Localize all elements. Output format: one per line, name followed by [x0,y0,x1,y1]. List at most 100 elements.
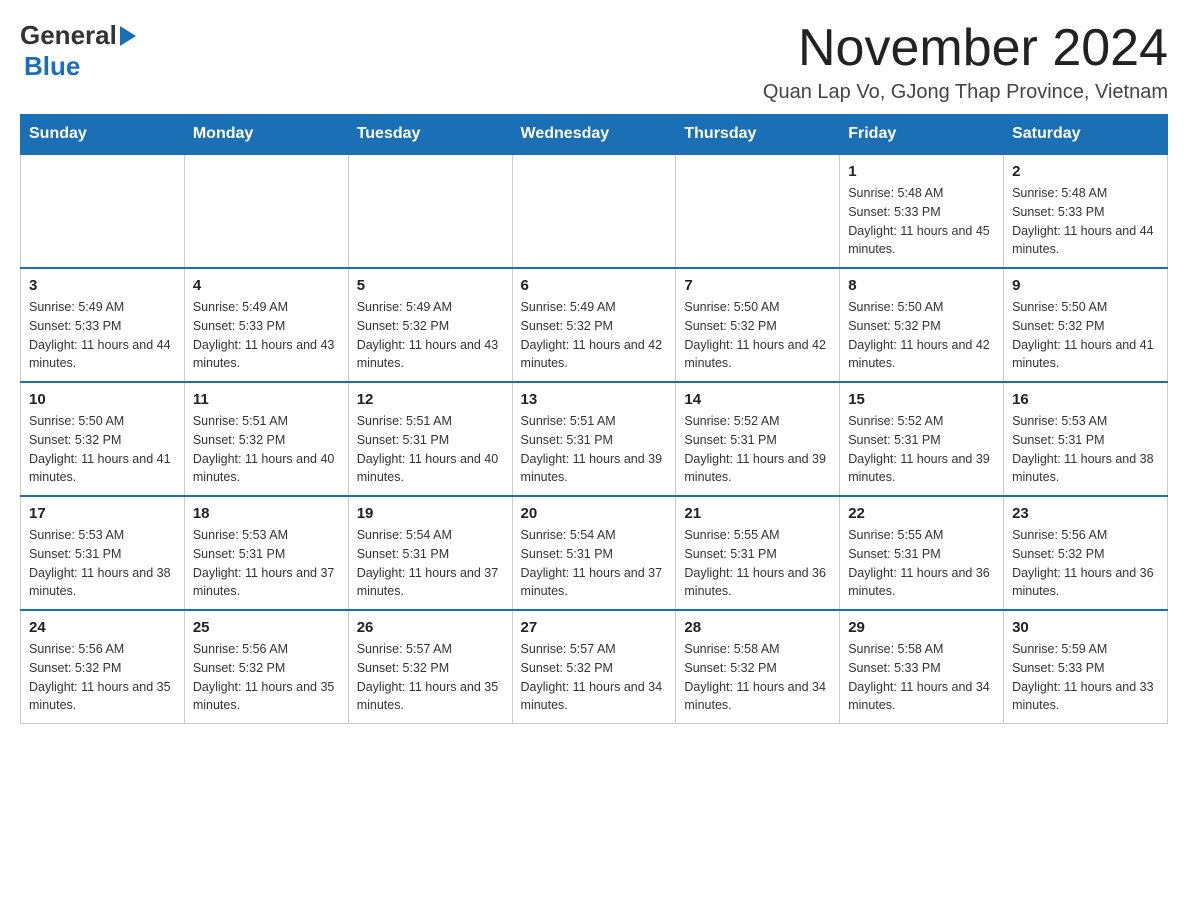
day-info: Sunrise: 5:50 AMSunset: 5:32 PMDaylight:… [848,298,995,373]
calendar-cell: 22 Sunrise: 5:55 AMSunset: 5:31 PMDayligh… [840,496,1004,610]
calendar-cell: 12 Sunrise: 5:51 AMSunset: 5:31 PMDayligh… [348,382,512,496]
day-info: Sunrise: 5:56 AMSunset: 5:32 PMDaylight:… [1012,526,1159,601]
day-number: 25 [193,619,340,636]
day-number: 2 [1012,163,1159,180]
calendar-week-1: 1 Sunrise: 5:48 AMSunset: 5:33 PMDaylight… [21,154,1168,268]
day-header-thursday: Thursday [676,115,840,155]
calendar-cell: 28 Sunrise: 5:58 AMSunset: 5:32 PMDayligh… [676,610,840,724]
day-header-wednesday: Wednesday [512,115,676,155]
day-number: 5 [357,277,504,294]
day-number: 20 [521,505,668,522]
calendar-cell: 6 Sunrise: 5:49 AMSunset: 5:32 PMDaylight… [512,268,676,382]
calendar-week-2: 3 Sunrise: 5:49 AMSunset: 5:33 PMDaylight… [21,268,1168,382]
day-info: Sunrise: 5:48 AMSunset: 5:33 PMDaylight:… [848,184,995,259]
day-header-sunday: Sunday [21,115,185,155]
calendar-cell: 5 Sunrise: 5:49 AMSunset: 5:32 PMDaylight… [348,268,512,382]
calendar-cell: 4 Sunrise: 5:49 AMSunset: 5:33 PMDaylight… [184,268,348,382]
day-info: Sunrise: 5:50 AMSunset: 5:32 PMDaylight:… [29,412,176,487]
calendar-cell: 30 Sunrise: 5:59 AMSunset: 5:33 PMDayligh… [1004,610,1168,724]
calendar-header-row: SundayMondayTuesdayWednesdayThursdayFrid… [21,115,1168,155]
day-info: Sunrise: 5:53 AMSunset: 5:31 PMDaylight:… [29,526,176,601]
day-number: 23 [1012,505,1159,522]
day-number: 22 [848,505,995,522]
calendar-week-5: 24 Sunrise: 5:56 AMSunset: 5:32 PMDayligh… [21,610,1168,724]
day-info: Sunrise: 5:52 AMSunset: 5:31 PMDaylight:… [848,412,995,487]
day-info: Sunrise: 5:49 AMSunset: 5:33 PMDaylight:… [29,298,176,373]
day-info: Sunrise: 5:55 AMSunset: 5:31 PMDaylight:… [684,526,831,601]
day-number: 16 [1012,391,1159,408]
day-info: Sunrise: 5:55 AMSunset: 5:31 PMDaylight:… [848,526,995,601]
day-info: Sunrise: 5:54 AMSunset: 5:31 PMDaylight:… [521,526,668,601]
day-number: 8 [848,277,995,294]
day-number: 24 [29,619,176,636]
day-number: 10 [29,391,176,408]
day-number: 21 [684,505,831,522]
day-number: 26 [357,619,504,636]
calendar-cell: 19 Sunrise: 5:54 AMSunset: 5:31 PMDayligh… [348,496,512,610]
calendar-cell: 13 Sunrise: 5:51 AMSunset: 5:31 PMDayligh… [512,382,676,496]
day-header-monday: Monday [184,115,348,155]
page-header: General Blue November 2024 Quan Lap Vo, … [20,20,1168,104]
day-number: 14 [684,391,831,408]
day-info: Sunrise: 5:51 AMSunset: 5:32 PMDaylight:… [193,412,340,487]
calendar-cell: 10 Sunrise: 5:50 AMSunset: 5:32 PMDayligh… [21,382,185,496]
day-number: 7 [684,277,831,294]
day-number: 4 [193,277,340,294]
title-area: November 2024 Quan Lap Vo, GJong Thap Pr… [763,20,1168,104]
calendar-cell: 9 Sunrise: 5:50 AMSunset: 5:32 PMDaylight… [1004,268,1168,382]
day-number: 19 [357,505,504,522]
calendar-week-3: 10 Sunrise: 5:50 AMSunset: 5:32 PMDayligh… [21,382,1168,496]
day-number: 15 [848,391,995,408]
day-number: 12 [357,391,504,408]
calendar-cell [512,154,676,268]
calendar-cell: 8 Sunrise: 5:50 AMSunset: 5:32 PMDaylight… [840,268,1004,382]
calendar-cell: 29Sunrise: 5:58 AMSunset: 5:33 PMDayligh… [840,610,1004,724]
day-number: 17 [29,505,176,522]
calendar-cell: 20 Sunrise: 5:54 AMSunset: 5:31 PMDayligh… [512,496,676,610]
calendar-cell: 25 Sunrise: 5:56 AMSunset: 5:32 PMDayligh… [184,610,348,724]
day-info: Sunrise: 5:49 AMSunset: 5:32 PMDaylight:… [521,298,668,373]
calendar-cell [184,154,348,268]
day-number: 6 [521,277,668,294]
day-info: Sunrise: 5:57 AMSunset: 5:32 PMDaylight:… [357,640,504,715]
day-header-tuesday: Tuesday [348,115,512,155]
day-info: Sunrise: 5:49 AMSunset: 5:33 PMDaylight:… [193,298,340,373]
day-info: Sunrise: 5:58 AMSunset: 5:32 PMDaylight:… [684,640,831,715]
day-number: 9 [1012,277,1159,294]
day-info: Sunrise: 5:49 AMSunset: 5:32 PMDaylight:… [357,298,504,373]
day-number: 28 [684,619,831,636]
day-number: 27 [521,619,668,636]
day-number: 13 [521,391,668,408]
calendar-cell: 24Sunrise: 5:56 AMSunset: 5:32 PMDayligh… [21,610,185,724]
day-info: Sunrise: 5:51 AMSunset: 5:31 PMDaylight:… [521,412,668,487]
calendar-cell: 2Sunrise: 5:48 AMSunset: 5:33 PMDaylight… [1004,154,1168,268]
calendar-cell: 15 Sunrise: 5:52 AMSunset: 5:31 PMDayligh… [840,382,1004,496]
day-info: Sunrise: 5:52 AMSunset: 5:31 PMDaylight:… [684,412,831,487]
day-info: Sunrise: 5:50 AMSunset: 5:32 PMDaylight:… [1012,298,1159,373]
calendar-cell: 17 Sunrise: 5:53 AMSunset: 5:31 PMDayligh… [21,496,185,610]
day-header-saturday: Saturday [1004,115,1168,155]
logo-triangle-icon [120,26,136,46]
calendar-week-4: 17 Sunrise: 5:53 AMSunset: 5:31 PMDayligh… [21,496,1168,610]
calendar-cell: 26 Sunrise: 5:57 AMSunset: 5:32 PMDayligh… [348,610,512,724]
day-number: 30 [1012,619,1159,636]
calendar-cell: 14 Sunrise: 5:52 AMSunset: 5:31 PMDayligh… [676,382,840,496]
calendar-cell: 3 Sunrise: 5:49 AMSunset: 5:33 PMDaylight… [21,268,185,382]
calendar-table: SundayMondayTuesdayWednesdayThursdayFrid… [20,114,1168,724]
day-header-friday: Friday [840,115,1004,155]
day-number: 1 [848,163,995,180]
day-info: Sunrise: 5:54 AMSunset: 5:31 PMDaylight:… [357,526,504,601]
day-info: Sunrise: 5:50 AMSunset: 5:32 PMDaylight:… [684,298,831,373]
calendar-cell: 1 Sunrise: 5:48 AMSunset: 5:33 PMDaylight… [840,154,1004,268]
calendar-cell: 21 Sunrise: 5:55 AMSunset: 5:31 PMDayligh… [676,496,840,610]
day-info: Sunrise: 5:59 AMSunset: 5:33 PMDaylight:… [1012,640,1159,715]
calendar-cell: 16Sunrise: 5:53 AMSunset: 5:31 PMDayligh… [1004,382,1168,496]
day-info: Sunrise: 5:58 AMSunset: 5:33 PMDaylight:… [848,640,995,715]
calendar-cell [348,154,512,268]
logo-general-text: General [20,20,117,51]
calendar-cell [21,154,185,268]
day-info: Sunrise: 5:51 AMSunset: 5:31 PMDaylight:… [357,412,504,487]
day-info: Sunrise: 5:56 AMSunset: 5:32 PMDaylight:… [193,640,340,715]
logo: General Blue [20,20,136,82]
day-number: 3 [29,277,176,294]
